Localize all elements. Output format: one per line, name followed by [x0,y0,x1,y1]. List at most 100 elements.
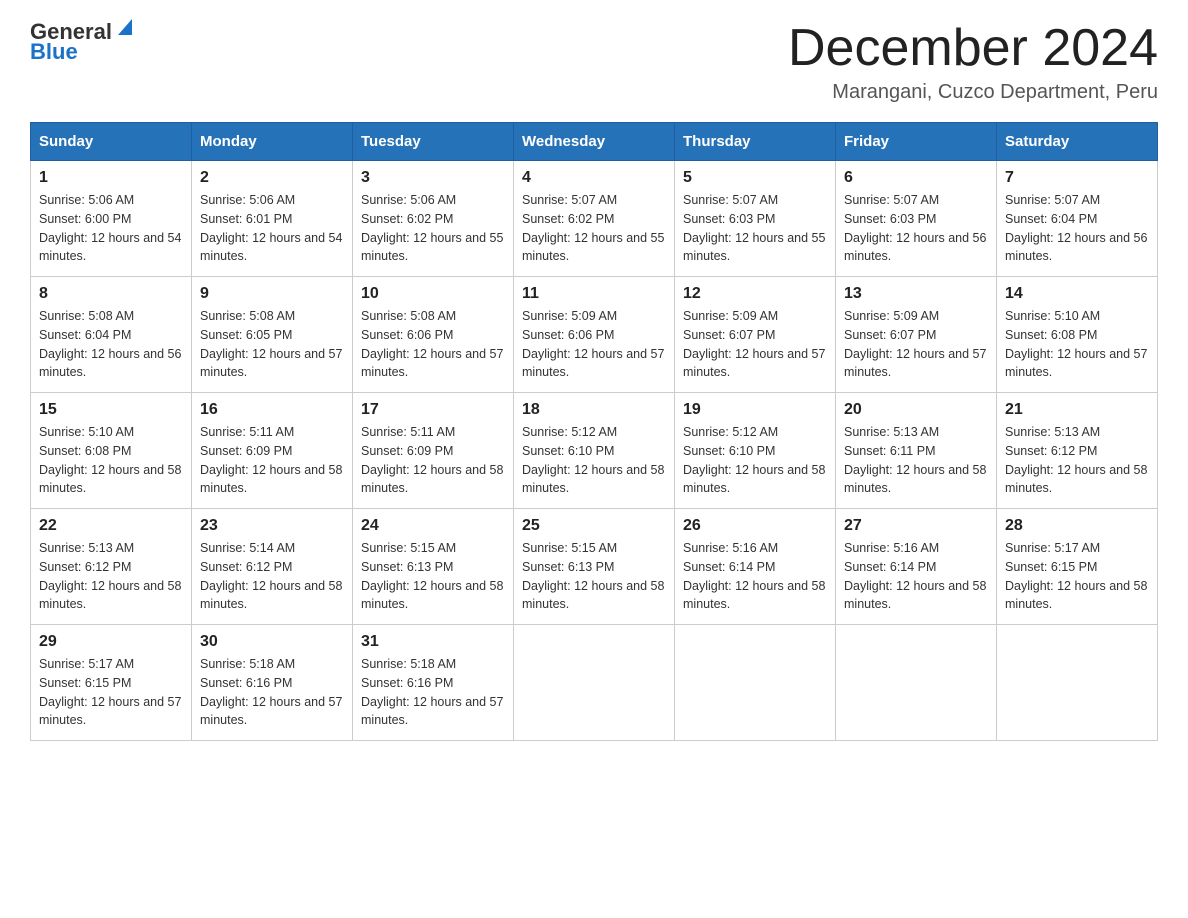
day-number: 11 [522,285,666,303]
week-row-5: 29 Sunrise: 5:17 AMSunset: 6:15 PMDaylig… [31,625,1158,741]
day-info: Sunrise: 5:08 AMSunset: 6:05 PMDaylight:… [200,307,344,382]
calendar-cell: 1 Sunrise: 5:06 AMSunset: 6:00 PMDayligh… [31,161,192,277]
day-number: 1 [39,169,183,187]
week-row-3: 15 Sunrise: 5:10 AMSunset: 6:08 PMDaylig… [31,393,1158,509]
day-info: Sunrise: 5:07 AMSunset: 6:02 PMDaylight:… [522,191,666,266]
calendar-cell [675,625,836,741]
day-number: 9 [200,285,344,303]
calendar-cell: 8 Sunrise: 5:08 AMSunset: 6:04 PMDayligh… [31,277,192,393]
calendar-cell: 23 Sunrise: 5:14 AMSunset: 6:12 PMDaylig… [192,509,353,625]
logo-text-blue: Blue [30,40,78,64]
calendar-cell: 14 Sunrise: 5:10 AMSunset: 6:08 PMDaylig… [997,277,1158,393]
calendar-cell: 3 Sunrise: 5:06 AMSunset: 6:02 PMDayligh… [353,161,514,277]
day-info: Sunrise: 5:09 AMSunset: 6:07 PMDaylight:… [844,307,988,382]
column-header-wednesday: Wednesday [514,123,675,161]
day-info: Sunrise: 5:17 AMSunset: 6:15 PMDaylight:… [1005,539,1149,614]
day-info: Sunrise: 5:10 AMSunset: 6:08 PMDaylight:… [1005,307,1149,382]
day-number: 21 [1005,401,1149,419]
title-block: December 2024 Marangani, Cuzco Departmen… [788,20,1158,104]
day-info: Sunrise: 5:07 AMSunset: 6:04 PMDaylight:… [1005,191,1149,266]
day-info: Sunrise: 5:07 AMSunset: 6:03 PMDaylight:… [844,191,988,266]
calendar-cell: 27 Sunrise: 5:16 AMSunset: 6:14 PMDaylig… [836,509,997,625]
calendar-cell: 7 Sunrise: 5:07 AMSunset: 6:04 PMDayligh… [997,161,1158,277]
day-number: 24 [361,517,505,535]
main-title: December 2024 [788,20,1158,77]
calendar-cell: 30 Sunrise: 5:18 AMSunset: 6:16 PMDaylig… [192,625,353,741]
day-info: Sunrise: 5:11 AMSunset: 6:09 PMDaylight:… [361,423,505,498]
calendar-cell: 22 Sunrise: 5:13 AMSunset: 6:12 PMDaylig… [31,509,192,625]
logo: General Blue [30,20,132,64]
day-info: Sunrise: 5:08 AMSunset: 6:04 PMDaylight:… [39,307,183,382]
calendar-cell: 2 Sunrise: 5:06 AMSunset: 6:01 PMDayligh… [192,161,353,277]
day-info: Sunrise: 5:14 AMSunset: 6:12 PMDaylight:… [200,539,344,614]
calendar-cell: 24 Sunrise: 5:15 AMSunset: 6:13 PMDaylig… [353,509,514,625]
day-number: 18 [522,401,666,419]
day-number: 16 [200,401,344,419]
day-number: 27 [844,517,988,535]
day-info: Sunrise: 5:15 AMSunset: 6:13 PMDaylight:… [522,539,666,614]
calendar-cell: 19 Sunrise: 5:12 AMSunset: 6:10 PMDaylig… [675,393,836,509]
column-header-friday: Friday [836,123,997,161]
calendar-cell: 10 Sunrise: 5:08 AMSunset: 6:06 PMDaylig… [353,277,514,393]
day-number: 6 [844,169,988,187]
calendar-cell: 17 Sunrise: 5:11 AMSunset: 6:09 PMDaylig… [353,393,514,509]
week-row-2: 8 Sunrise: 5:08 AMSunset: 6:04 PMDayligh… [31,277,1158,393]
calendar-header-row: SundayMondayTuesdayWednesdayThursdayFrid… [31,123,1158,161]
day-info: Sunrise: 5:13 AMSunset: 6:11 PMDaylight:… [844,423,988,498]
column-header-monday: Monday [192,123,353,161]
day-info: Sunrise: 5:12 AMSunset: 6:10 PMDaylight:… [683,423,827,498]
week-row-1: 1 Sunrise: 5:06 AMSunset: 6:00 PMDayligh… [31,161,1158,277]
day-number: 2 [200,169,344,187]
calendar-cell: 21 Sunrise: 5:13 AMSunset: 6:12 PMDaylig… [997,393,1158,509]
calendar-cell: 26 Sunrise: 5:16 AMSunset: 6:14 PMDaylig… [675,509,836,625]
day-info: Sunrise: 5:09 AMSunset: 6:07 PMDaylight:… [683,307,827,382]
calendar-cell: 18 Sunrise: 5:12 AMSunset: 6:10 PMDaylig… [514,393,675,509]
day-number: 13 [844,285,988,303]
week-row-4: 22 Sunrise: 5:13 AMSunset: 6:12 PMDaylig… [31,509,1158,625]
day-number: 17 [361,401,505,419]
day-number: 23 [200,517,344,535]
day-info: Sunrise: 5:13 AMSunset: 6:12 PMDaylight:… [39,539,183,614]
calendar-cell: 29 Sunrise: 5:17 AMSunset: 6:15 PMDaylig… [31,625,192,741]
day-info: Sunrise: 5:18 AMSunset: 6:16 PMDaylight:… [200,655,344,730]
calendar-cell [514,625,675,741]
calendar-cell: 13 Sunrise: 5:09 AMSunset: 6:07 PMDaylig… [836,277,997,393]
day-info: Sunrise: 5:06 AMSunset: 6:00 PMDaylight:… [39,191,183,266]
calendar-table: SundayMondayTuesdayWednesdayThursdayFrid… [30,122,1158,741]
day-info: Sunrise: 5:16 AMSunset: 6:14 PMDaylight:… [844,539,988,614]
calendar-cell: 12 Sunrise: 5:09 AMSunset: 6:07 PMDaylig… [675,277,836,393]
calendar-cell [997,625,1158,741]
calendar-cell: 31 Sunrise: 5:18 AMSunset: 6:16 PMDaylig… [353,625,514,741]
calendar-cell: 20 Sunrise: 5:13 AMSunset: 6:11 PMDaylig… [836,393,997,509]
day-number: 4 [522,169,666,187]
day-info: Sunrise: 5:16 AMSunset: 6:14 PMDaylight:… [683,539,827,614]
day-number: 30 [200,633,344,651]
calendar-cell [836,625,997,741]
day-number: 10 [361,285,505,303]
day-number: 15 [39,401,183,419]
calendar-cell: 15 Sunrise: 5:10 AMSunset: 6:08 PMDaylig… [31,393,192,509]
day-info: Sunrise: 5:18 AMSunset: 6:16 PMDaylight:… [361,655,505,730]
day-number: 22 [39,517,183,535]
day-number: 14 [1005,285,1149,303]
day-number: 31 [361,633,505,651]
calendar-cell: 25 Sunrise: 5:15 AMSunset: 6:13 PMDaylig… [514,509,675,625]
logo-triangle-icon [114,19,132,37]
day-number: 28 [1005,517,1149,535]
day-number: 29 [39,633,183,651]
column-header-sunday: Sunday [31,123,192,161]
day-info: Sunrise: 5:09 AMSunset: 6:06 PMDaylight:… [522,307,666,382]
day-number: 12 [683,285,827,303]
day-info: Sunrise: 5:08 AMSunset: 6:06 PMDaylight:… [361,307,505,382]
calendar-cell: 16 Sunrise: 5:11 AMSunset: 6:09 PMDaylig… [192,393,353,509]
day-info: Sunrise: 5:07 AMSunset: 6:03 PMDaylight:… [683,191,827,266]
day-info: Sunrise: 5:06 AMSunset: 6:01 PMDaylight:… [200,191,344,266]
calendar-cell: 5 Sunrise: 5:07 AMSunset: 6:03 PMDayligh… [675,161,836,277]
column-header-thursday: Thursday [675,123,836,161]
day-number: 5 [683,169,827,187]
day-info: Sunrise: 5:15 AMSunset: 6:13 PMDaylight:… [361,539,505,614]
day-number: 19 [683,401,827,419]
day-number: 25 [522,517,666,535]
page-header: General Blue December 2024 Marangani, Cu… [30,20,1158,104]
day-info: Sunrise: 5:11 AMSunset: 6:09 PMDaylight:… [200,423,344,498]
